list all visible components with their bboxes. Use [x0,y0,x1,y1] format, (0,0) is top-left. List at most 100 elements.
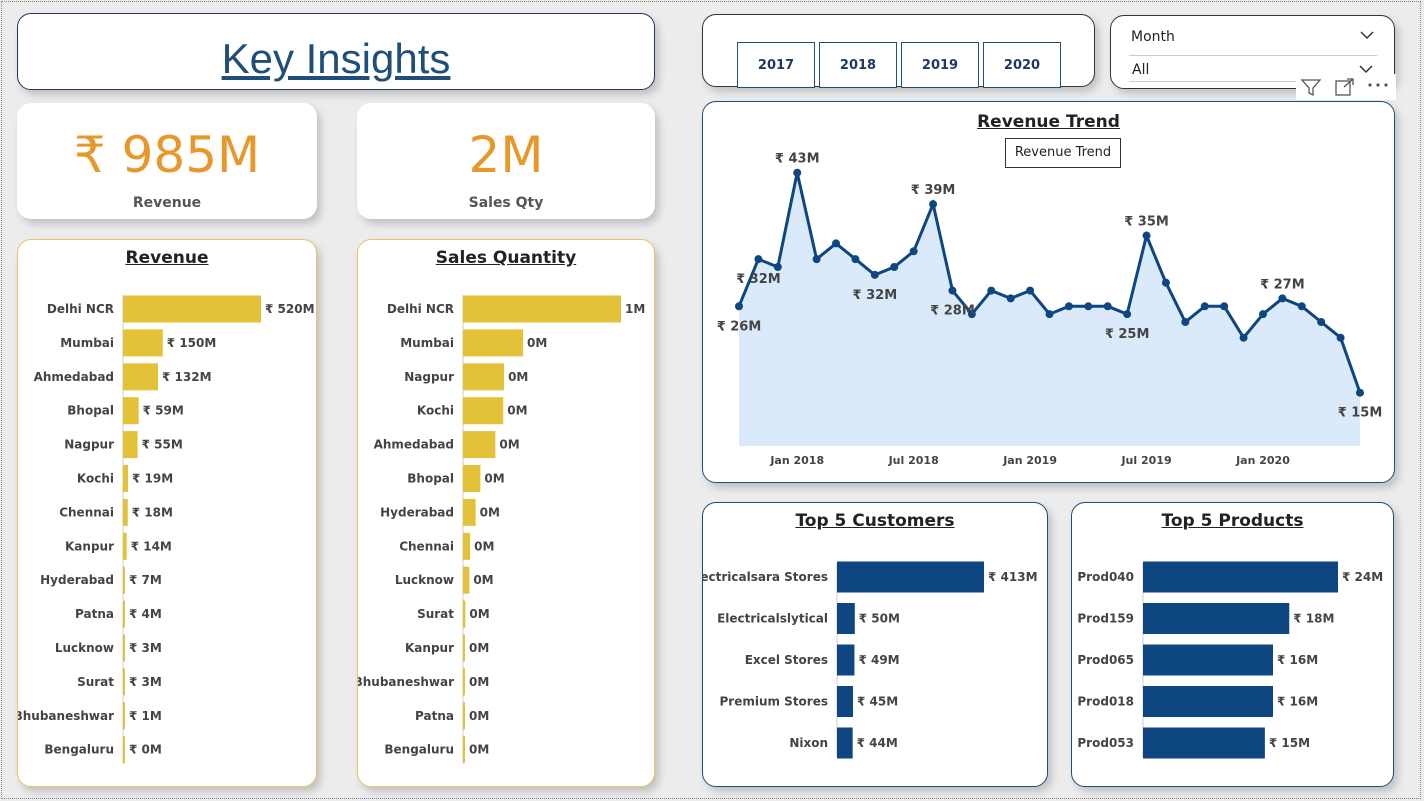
data-point [1356,388,1364,397]
revenue-trend-visual[interactable]: Revenue Trend Revenue Trend ₹ 26M ₹ 32M ₹ … [702,101,1395,483]
data-point [948,286,957,295]
data-label: ₹ 59M [143,404,184,418]
kpi-revenue-label: Revenue [132,195,202,211]
category-label: Bhopal [407,472,454,486]
bar [463,431,496,459]
kpi-sales-qty-label: Sales Qty [468,195,544,211]
category-label: Bengaluru [384,743,454,757]
data-point [851,255,860,264]
data-label: ₹ 50M [859,612,900,626]
data-point [735,302,743,311]
data-label: 0M [508,370,528,384]
data-point [1181,318,1190,326]
sales-quantity-visual[interactable]: Sales Quantity Delhi NCR 1M Mumbai 0M Nagpur… [357,239,655,787]
category-label: Electricalsara Stores [703,570,828,584]
bar [123,668,125,696]
point-label: ₹ 32M [853,288,898,303]
point-label: ₹ 28M [930,304,975,319]
data-point [1045,310,1054,319]
bar [1143,686,1273,717]
category-label: Mumbai [60,336,114,350]
top-customers-bar-chart: Electricalsara Stores ₹ 413M Electricalsly… [703,561,1038,759]
bar [463,532,471,560]
data-point [1258,310,1267,319]
category-label: Prod065 [1077,653,1134,667]
kpi-revenue-value: ₹ 985M [73,126,261,184]
category-label: Premium Stores [719,695,828,709]
bar [123,431,138,459]
point-label: ₹ 35M [1124,215,1169,230]
category-label: Prod053 [1077,736,1134,750]
category-label: Surat [77,675,114,689]
data-label: ₹ 45M [857,695,898,709]
data-label: 0M [469,607,489,621]
category-label: Patna [415,709,454,723]
chevron-down-icon[interactable] [1360,30,1374,40]
bar [123,465,129,492]
category-label: Prod040 [1077,570,1134,584]
category-label: Bhubaneshwar [358,675,454,689]
data-point [1123,310,1132,319]
top-products-visual[interactable]: Top 5 Products Prod040 ₹ 24M Prod159 ₹ 18M P… [1071,502,1394,787]
chevron-down-icon[interactable] [1359,64,1373,74]
data-point [870,270,879,279]
data-label: ₹ 3M [129,641,162,655]
data-point [929,200,938,209]
data-label: 0M [469,709,489,723]
data-label: 0M [469,743,489,757]
bar [123,397,139,425]
data-label: 0M [473,573,493,587]
bar [463,465,481,492]
x-tick-label: Jan 2020 [1235,454,1290,467]
data-label: 0M [469,641,489,655]
bar [463,566,470,594]
bar [837,603,855,634]
bar [1143,561,1338,593]
data-point [1200,302,1209,311]
category-label: Hyderabad [380,505,454,519]
category-label: Nixon [789,736,828,750]
category-label: Patna [75,607,114,621]
category-label: Prod159 [1077,612,1134,626]
top-customers-visual[interactable]: Top 5 Customers Electricalsara Stores₹ 4… [702,502,1048,787]
kpi-sales-qty-value: 2M [468,126,544,184]
year-button-2020[interactable]: 2020 [983,42,1061,88]
category-label: Nagpur [64,438,114,452]
month-slicer-label: Month [1131,29,1175,45]
data-label: ₹ 0M [129,743,162,757]
data-point [987,286,996,295]
filter-icon[interactable] [1300,77,1322,97]
year-button-2018[interactable]: 2018 [819,42,897,88]
bar [837,686,854,717]
category-label: Mumbai [400,336,454,350]
year-button-2019[interactable]: 2019 [901,42,979,88]
bar [123,532,127,560]
focus-mode-icon[interactable] [1334,77,1356,97]
category-label: Ahmedabad [374,438,454,452]
year-button-2017[interactable]: 2017 [737,42,815,88]
bar [463,668,465,696]
kpi-revenue-card[interactable]: ₹ 985M Revenue [17,103,317,219]
more-options-icon[interactable] [1366,79,1390,91]
x-tick-label: Jan 2019 [1002,454,1057,467]
data-point [1278,294,1287,303]
data-label: ₹ 18M [132,505,173,519]
category-label: Nagpur [404,370,454,384]
data-point [1006,294,1015,303]
kpi-sales-qty-card[interactable]: 2M Sales Qty [357,103,655,219]
data-point [754,255,763,264]
bar [123,566,125,594]
category-label: Kanpur [65,539,114,553]
category-label: Ahmedabad [34,370,114,384]
data-label: ₹ 18M [1293,612,1334,626]
data-point [1220,302,1229,311]
bar [463,498,476,526]
visual-header-toolbar [1296,74,1396,100]
data-label: ₹ 49M [858,653,899,667]
category-label: Bengaluru [44,743,114,757]
bar [1143,603,1290,634]
point-label: ₹ 26M [717,319,762,334]
revenue-by-city-visual[interactable]: Revenue Delhi NCR ₹ 520M Mumbai ₹ 150M Ahmed… [17,239,317,787]
data-label: 0M [507,404,527,418]
data-point [812,255,821,264]
